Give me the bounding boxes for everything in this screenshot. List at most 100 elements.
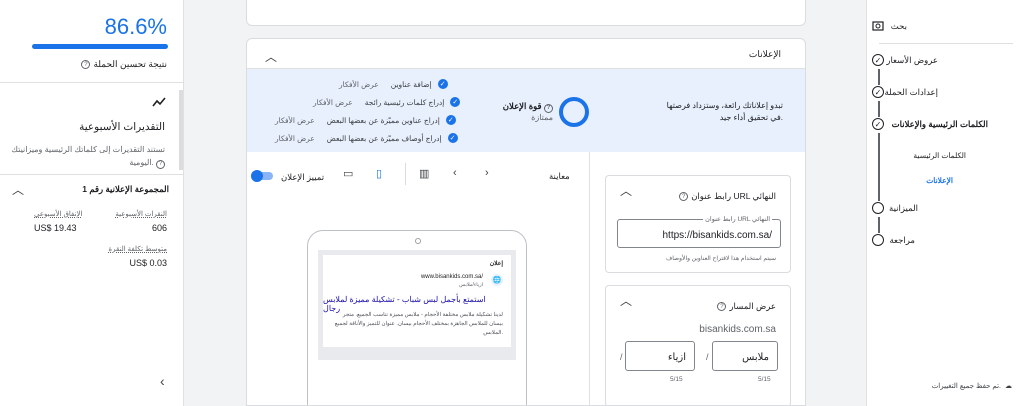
highlight-ad-label: تمييز الإعلان [281,172,325,182]
display-path-title-text: عرض المسار [729,301,776,311]
desktop-icon[interactable]: ▭ [343,167,353,180]
check-circle-icon: ✓ [450,97,461,107]
weekly-estimates-desc: تستند التقديرات إلى كلماتك الرئيسية وميز… [5,143,165,169]
ad-strength-text: تبدو إعلاناتك رائعة، وستزداد فرصتها في ت… [666,101,783,122]
check-circle-icon: ✓ [872,86,884,98]
phone-camera [415,238,421,244]
path1-value: ملابس [742,352,769,363]
nav-sub-keywords[interactable]: الكلمات الرئيسية [913,151,966,160]
view-ideas-link[interactable]: عرض الأفكار [275,116,315,125]
nav-sub-ads[interactable]: الإعلانات [926,176,953,185]
display-domain: bisankids.com.sa [699,324,776,335]
globe-icon: 🌐 [491,274,503,286]
save-status: تم حفظ جميع التغييرات. ☁ [932,382,1012,390]
step-connector [878,69,880,85]
nav-item-budget[interactable]: الميزانية [866,202,1024,216]
column-divider [589,152,590,405]
scrollbar[interactable] [179,90,183,170]
check-circle-icon: ✓ [872,54,884,66]
chevron-left-icon[interactable]: ‹ [453,167,457,179]
empty-circle-icon [872,202,884,214]
check-circle-icon: ✓ [872,118,884,130]
weekly-clicks-value: 606 [151,223,167,233]
chevron-left-icon[interactable]: ‹ [160,373,165,389]
suggestion-text: إدراج أوصاف مميّزة عن بعضها البعض [326,133,442,143]
nav-item-keywords-ads[interactable]: ✓ الكلمات الرئيسية والإعلانات [866,118,1024,132]
save-status-text: تم حفظ جميع التغييرات. [931,383,1001,390]
nav-item-settings[interactable]: ✓ إعدادات الحملة [866,86,1024,100]
path1-counter: 5/15 [758,376,771,383]
help-icon[interactable]: ? [679,192,689,201]
chevron-up-icon[interactable]: ︿ [12,184,24,196]
display-path-box: ︿ ? عرض المسار bisankids.com.sa / ملابس /… [605,285,791,405]
search-icon [872,21,884,31]
ad-group-header[interactable]: ︿ المجموعة الإعلانية رقم 1 [12,184,169,196]
final-url-title-text: رابط عنوان URL النهائي [691,191,776,201]
ads-section-header[interactable]: ︿ الإعلانات [247,39,805,69]
ad-strength-value: ممتازة [531,113,553,122]
view-ideas-link[interactable]: عرض الأفكار [339,80,379,89]
chevron-up-icon[interactable]: ︿ [265,48,277,65]
divider [0,174,184,175]
suggestion-item: عرض الأفكار إضافة عناوين ✓ [339,79,448,89]
help-icon[interactable]: ? [156,160,165,169]
path2-input[interactable]: ازياء [625,341,695,371]
nav-item-label: مراجعة [889,235,915,245]
weekly-estimates-desc-text: تستند التقديرات إلى كلماتك الرئيسية وميز… [11,145,165,167]
ad-strength-label: قوة الإعلان ? [497,100,553,113]
columns-icon[interactable]: ▥ [419,167,429,180]
ad-preview: إعلان 🌐 www.bisankids.com.sa/ ازياء/ملاب… [323,255,511,347]
nav-item-label: عروض الأسعار [886,55,938,65]
display-path-title: ? عرض المسار [717,301,776,312]
path1-input[interactable]: ملابس [712,341,778,371]
avg-cpc-label: متوسط تكلفة النقرة [108,246,167,253]
nav-item-label: الميزانية [889,203,918,213]
view-ideas-link[interactable]: عرض الأفكار [313,98,353,107]
help-icon[interactable]: ? [717,302,727,311]
chevron-up-icon[interactable]: ︿ [620,292,632,309]
suggestion-item: عرض الأفكار إدراج عناوين مميّزة عن بعضها… [275,115,456,125]
suggestion-text: إدراج كلمات رئيسية رائجة [364,97,445,107]
highlight-ad-toggle[interactable] [251,170,275,182]
mobile-icon[interactable]: ▯ [376,167,382,180]
chevron-up-icon[interactable]: ︿ [620,182,632,199]
ad-display-url: www.bisankids.com.sa/ [420,274,483,280]
final-url-box: ︿ ? رابط عنوان URL النهائي رابط عنوان URL… [605,175,791,273]
divider [879,43,1013,44]
ad-strength-ring [559,97,589,127]
check-circle-icon: ✓ [437,79,448,89]
chevron-right-icon[interactable]: › [485,167,489,179]
divider [0,82,184,83]
optimization-score-bar [32,44,168,49]
empty-circle-icon [872,234,884,246]
ad-strength-label-text: قوة الإعلان [502,101,542,111]
nav-search-label: بحث [890,21,907,31]
optimization-score-label-text: نتيجة تحسين الحملة [93,59,167,69]
toolbar-divider [405,163,406,185]
ad-strength-banner: تبدو إعلاناتك رائعة، وستزداد فرصتها في ت… [247,69,805,152]
ads-section-card: ︿ الإعلانات تبدو إعلاناتك رائعة، وستزداد… [246,38,806,406]
trending-icon [152,97,166,107]
nav-search[interactable]: بحث [866,20,1024,34]
help-icon[interactable]: ? [544,103,553,113]
nav-item-bids[interactable]: ✓ عروض الأسعار [866,54,1024,68]
suggestion-item: عرض الأفكار إدراج كلمات رئيسية رائجة ✓ [313,97,461,107]
final-url-title: ? رابط عنوان URL النهائي [679,191,776,202]
toggle-knob [251,170,263,182]
ad-description: لدينا تشكيلة ملابس مختلفة الأحجام - ملاب… [334,312,503,336]
weekly-clicks-label: النقرات الأسبوعية [115,211,167,218]
suggestion-item: عرض الأفكار إدراج أوصاف مميّزة عن بعضها … [275,133,458,143]
path-separator: / [706,352,709,362]
ad-label: إعلان [489,261,503,267]
weekly-spend-label: الإنفاق الأسبوعي [34,211,83,218]
step-connector [878,101,880,117]
nav-item-review[interactable]: مراجعة [866,234,1024,248]
suggestion-text: إضافة عناوين [390,79,432,89]
ad-group-name: المجموعة الإعلانية رقم 1 [82,184,169,194]
final-url-input[interactable]: رابط عنوان URL النهائي https://bisankids… [617,215,781,248]
campaign-steps-nav: بحث ✓ عروض الأسعار ✓ إعدادات الحملة ✓ ال… [866,0,1024,406]
weekly-spend-value: US$ 19.43 [34,223,77,233]
preview-label: معاينة [549,171,570,181]
help-icon[interactable]: ? [81,60,91,69]
view-ideas-link[interactable]: عرض الأفكار [275,134,315,143]
